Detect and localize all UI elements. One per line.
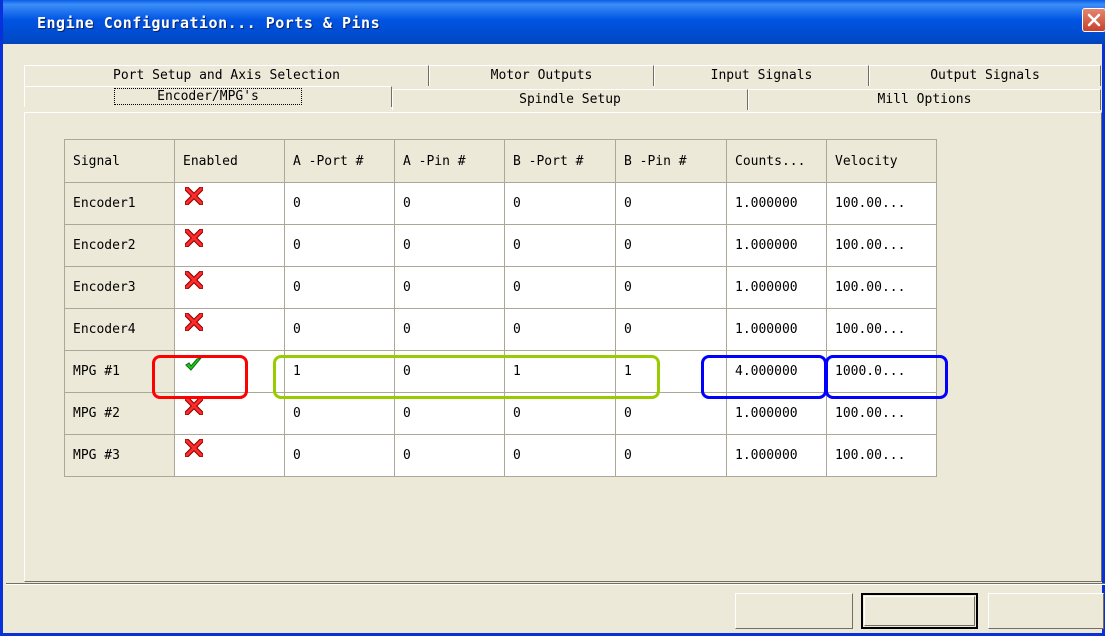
column-header[interactable]: B -Port #: [504, 139, 616, 183]
red-x-icon: [184, 228, 204, 247]
a-pin-cell[interactable]: 0: [394, 434, 505, 477]
table-row[interactable]: MPG #3 0 0 0 0 1.000000 100.00...: [64, 434, 937, 477]
tab-port-setup[interactable]: Port Setup and Axis Selection: [24, 65, 429, 86]
footer-separator: [6, 583, 1105, 585]
b-pin-cell[interactable]: 0: [615, 266, 727, 309]
enabled-cell[interactable]: [174, 224, 285, 267]
signal-cell: MPG #3: [64, 434, 175, 477]
table-row[interactable]: Encoder2 0 0 0 0 1.000000 100.00...: [64, 224, 937, 267]
velocity-cell[interactable]: 100.00...: [826, 308, 937, 351]
b-port-cell[interactable]: 0: [504, 224, 616, 267]
column-header[interactable]: Counts...: [726, 139, 827, 183]
enabled-cell[interactable]: [174, 266, 285, 309]
counts-cell[interactable]: 1.000000: [726, 182, 827, 225]
dialog-button-1[interactable]: [735, 593, 853, 629]
a-pin-cell[interactable]: 0: [394, 266, 505, 309]
a-port-cell[interactable]: 0: [284, 308, 395, 351]
title-bar[interactable]: Engine Configuration... Ports & Pins: [3, 0, 1105, 44]
a-pin-cell[interactable]: 0: [394, 182, 505, 225]
close-button[interactable]: [1082, 8, 1105, 32]
highlight-port-pins: [273, 355, 660, 399]
b-port-cell[interactable]: 0: [504, 182, 616, 225]
signal-cell: Encoder2: [64, 224, 175, 267]
ok-button[interactable]: [861, 593, 978, 629]
a-pin-cell[interactable]: 0: [394, 308, 505, 351]
enabled-cell[interactable]: [174, 308, 285, 351]
signal-cell: Encoder4: [64, 308, 175, 351]
b-port-cell[interactable]: 0: [504, 266, 616, 309]
table-header-row: Signal Enabled A -Port # A -Pin # B -Por…: [64, 139, 937, 183]
table-row[interactable]: Encoder1 0 0 0 0 1.000000 100.00...: [64, 182, 937, 225]
b-pin-cell[interactable]: 0: [615, 308, 727, 351]
tab-encoder-mpgs[interactable]: Encoder/MPG's: [24, 86, 392, 107]
b-pin-cell[interactable]: 0: [615, 434, 727, 477]
a-port-cell[interactable]: 0: [284, 434, 395, 477]
column-header[interactable]: Signal: [64, 139, 175, 183]
tab-output-signals[interactable]: Output Signals: [869, 65, 1101, 86]
a-pin-cell[interactable]: 0: [394, 224, 505, 267]
red-x-icon: [184, 312, 204, 331]
tab-input-signals[interactable]: Input Signals: [654, 65, 869, 86]
encoder-table: Signal Enabled A -Port # A -Pin # B -Por…: [64, 139, 937, 477]
a-port-cell[interactable]: 0: [284, 266, 395, 309]
velocity-cell[interactable]: 100.00...: [826, 224, 937, 267]
window-title: Engine Configuration... Ports & Pins: [37, 14, 381, 32]
highlight-counts: [701, 355, 827, 399]
dialog-window: Engine Configuration... Ports & Pins Por…: [0, 0, 1105, 636]
signal-cell: Encoder1: [64, 182, 175, 225]
tab-motor-outputs[interactable]: Motor Outputs: [429, 65, 654, 86]
counts-cell[interactable]: 1.000000: [726, 224, 827, 267]
enabled-cell[interactable]: [174, 434, 285, 477]
velocity-cell[interactable]: 100.00...: [826, 182, 937, 225]
b-pin-cell[interactable]: 0: [615, 224, 727, 267]
column-header[interactable]: Velocity: [826, 139, 937, 183]
tab-mill-options[interactable]: Mill Options: [748, 89, 1101, 110]
signal-cell: Encoder3: [64, 266, 175, 309]
table-row[interactable]: Encoder3 0 0 0 0 1.000000 100.00...: [64, 266, 937, 309]
b-pin-cell[interactable]: 0: [615, 182, 727, 225]
velocity-cell[interactable]: 100.00...: [826, 266, 937, 309]
b-port-cell[interactable]: 0: [504, 434, 616, 477]
highlight-velocity: [825, 355, 948, 399]
a-port-cell[interactable]: 0: [284, 224, 395, 267]
column-header[interactable]: A -Port #: [284, 139, 395, 183]
highlight-enabled: [152, 355, 248, 399]
b-port-cell[interactable]: 0: [504, 308, 616, 351]
red-x-icon: [184, 270, 204, 289]
velocity-cell[interactable]: 100.00...: [826, 434, 937, 477]
enabled-cell[interactable]: [174, 182, 285, 225]
counts-cell[interactable]: 1.000000: [726, 308, 827, 351]
dialog-button-3[interactable]: [988, 593, 1104, 629]
red-x-icon: [184, 438, 204, 457]
column-header[interactable]: Enabled: [174, 139, 285, 183]
counts-cell[interactable]: 1.000000: [726, 434, 827, 477]
table-row[interactable]: Encoder4 0 0 0 0 1.000000 100.00...: [64, 308, 937, 351]
column-header[interactable]: B -Pin #: [615, 139, 727, 183]
close-icon: [1087, 13, 1101, 27]
a-port-cell[interactable]: 0: [284, 182, 395, 225]
red-x-icon: [184, 186, 204, 205]
tab-spindle-setup[interactable]: Spindle Setup: [392, 89, 748, 110]
counts-cell[interactable]: 1.000000: [726, 266, 827, 309]
column-header[interactable]: A -Pin #: [394, 139, 505, 183]
red-x-icon: [184, 396, 204, 415]
